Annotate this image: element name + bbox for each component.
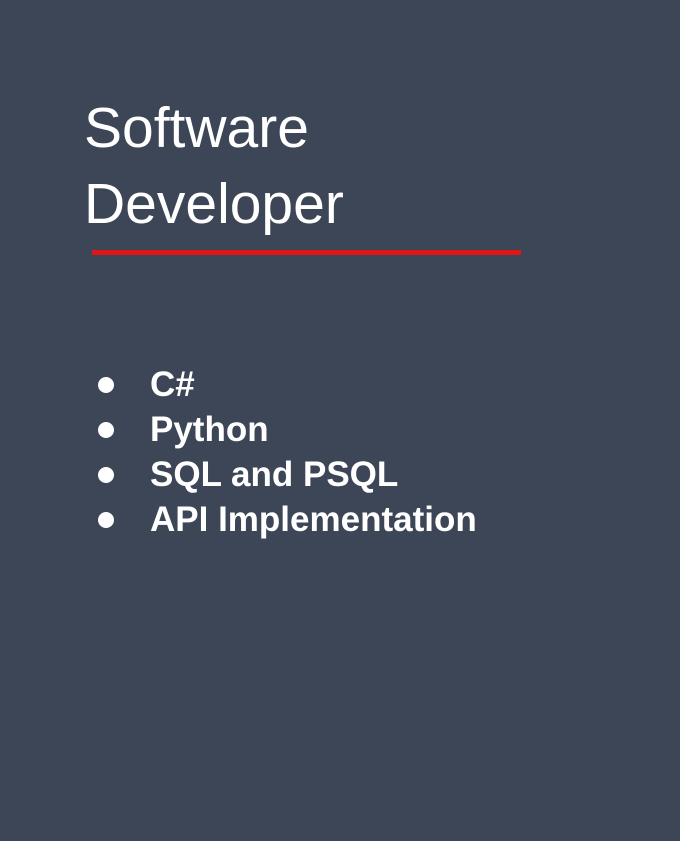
- slide-title: Software Developer: [84, 90, 584, 242]
- list-item: Python: [96, 407, 477, 452]
- bullet-icon: [98, 377, 114, 393]
- bullet-icon: [98, 467, 114, 483]
- title-line-2: Developer: [84, 172, 344, 236]
- list-item-label: SQL and PSQL: [150, 455, 399, 494]
- bullet-icon: [98, 422, 114, 438]
- list-item-label: C#: [150, 365, 195, 404]
- title-line-1: Software: [84, 96, 309, 160]
- list-item: C#: [96, 362, 477, 407]
- list-item-label: Python: [150, 410, 269, 449]
- title-underline: [92, 250, 521, 255]
- list-item: API Implementation: [96, 497, 477, 542]
- skills-list: C# Python SQL and PSQL API Implementatio…: [96, 362, 477, 542]
- list-item: SQL and PSQL: [96, 452, 477, 497]
- bullet-icon: [98, 512, 114, 528]
- list-item-label: API Implementation: [150, 500, 477, 539]
